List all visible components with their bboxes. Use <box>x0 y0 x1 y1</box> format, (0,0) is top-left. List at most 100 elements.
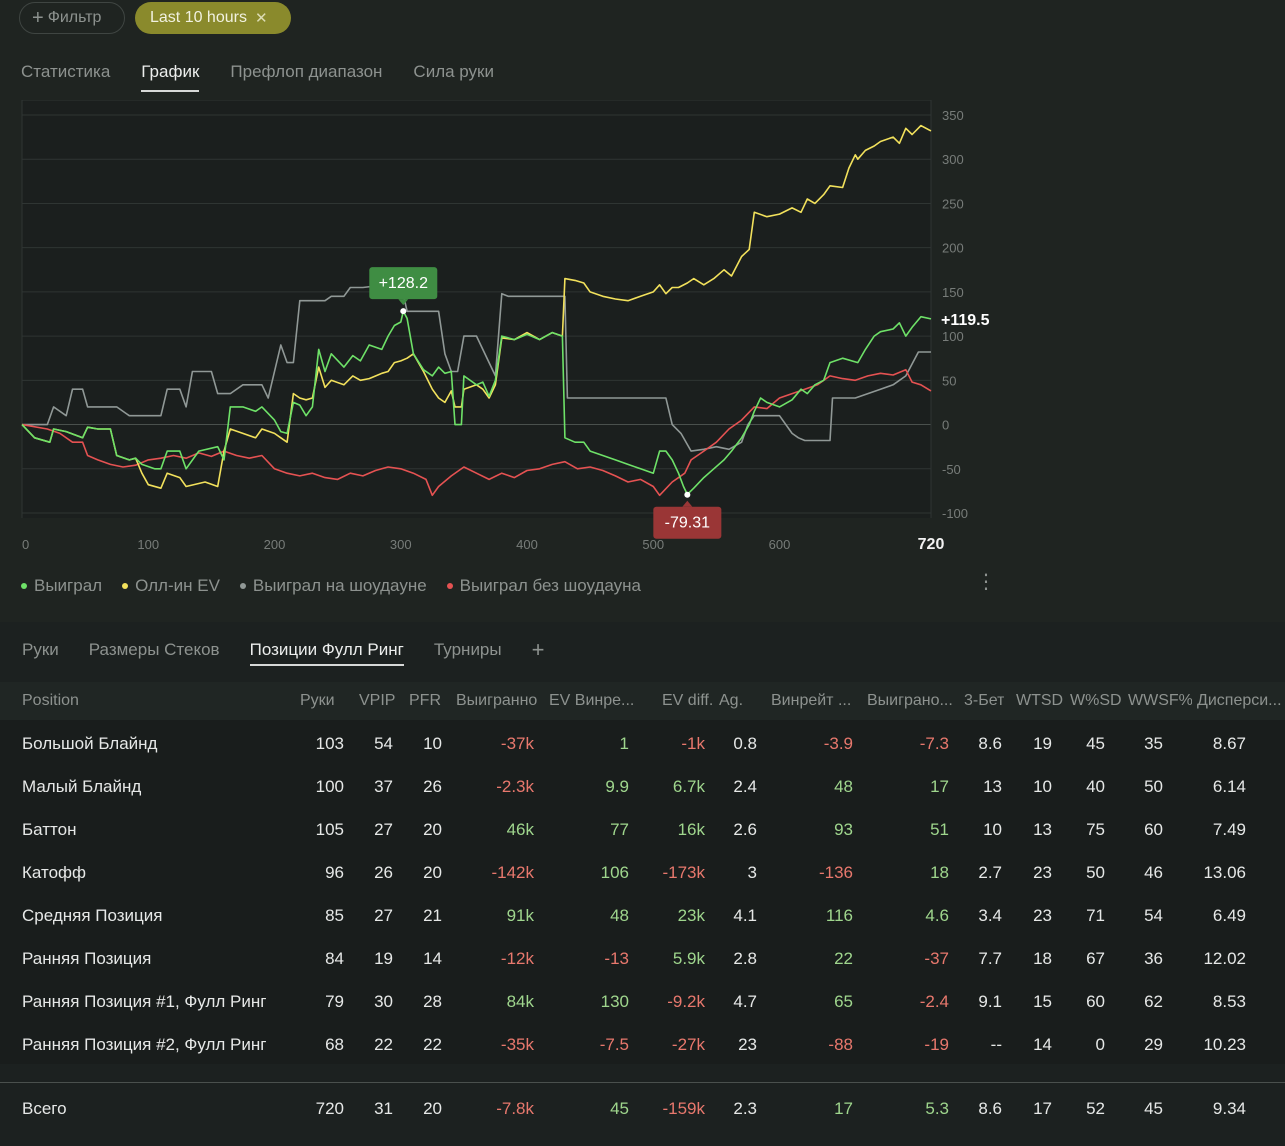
tab-stack-sizes[interactable]: Размеры Стеков <box>89 640 220 666</box>
table-cell: 68 <box>325 1035 344 1054</box>
table-cell: 37 <box>374 777 393 796</box>
column-header[interactable]: Position <box>22 692 79 710</box>
top-tabs: Статистика График Префлоп диапазон Сила … <box>21 62 525 92</box>
close-icon[interactable]: ✕ <box>255 9 268 27</box>
table-body: Большой Блайнд 103 54 10 -37k 1 -1k 0.8 -3.9 -7.3… <box>0 720 1285 1064</box>
table-row[interactable]: Ранняя Позиция #2, Фулл Ринг 68 22 22 -35k -7… <box>0 1021 1285 1064</box>
column-header[interactable]: 3-Бет <box>964 692 1004 710</box>
table-cell: 3.4 <box>978 906 1002 925</box>
table-cell: 10 <box>423 734 442 753</box>
column-header[interactable]: EV Винре... <box>549 692 634 710</box>
legend-item-allin-ev[interactable]: Олл-ин EV <box>122 576 220 596</box>
table-cell: 22 <box>423 1035 442 1054</box>
tab-hand-strength[interactable]: Сила руки <box>413 62 494 92</box>
legend-item-won[interactable]: Выиграл <box>21 576 102 596</box>
time-filter-chip[interactable]: Last 10 hours ✕ <box>135 2 291 34</box>
table-cell: 1 <box>619 734 629 753</box>
table-cell: 30 <box>374 992 393 1011</box>
column-header[interactable]: Руки <box>300 692 335 710</box>
add-tab-icon[interactable]: + <box>532 639 545 666</box>
table-cell: 2.8 <box>733 949 757 968</box>
table-cell: 3 <box>747 863 757 882</box>
table-cell: 51 <box>930 820 949 839</box>
position-name: Большой Блайнд <box>22 734 158 753</box>
tab-statistics[interactable]: Статистика <box>21 62 110 92</box>
column-header[interactable]: WTSD <box>1016 692 1063 710</box>
x-tick-label: 600 <box>769 537 791 552</box>
series-end-label: +119.5 <box>941 312 990 329</box>
table-cell: 17 <box>834 1099 853 1118</box>
annotation-label: -79.31 <box>665 515 710 532</box>
table-cell: 85 <box>325 906 344 925</box>
table-cell: 13 <box>983 777 1002 796</box>
table-cell: 10 <box>983 820 1002 839</box>
y-tick-label: 350 <box>942 108 964 123</box>
table-cell: 116 <box>825 906 853 925</box>
tab-preflop-range[interactable]: Префлоп диапазон <box>230 62 382 92</box>
table-cell: 93 <box>834 820 853 839</box>
table-cell: 45 <box>610 1099 629 1118</box>
table-cell: 67 <box>1086 949 1105 968</box>
table-cell: 46k <box>506 820 534 839</box>
table-row[interactable]: Малый Блайнд 100 37 26 -2.3k 9.9 6.7k 2.4 48 17 13… <box>0 763 1285 806</box>
add-filter-button[interactable]: + Фильтр <box>19 2 125 34</box>
column-header[interactable]: W%SD <box>1070 692 1122 710</box>
table-row[interactable]: Ранняя Позиция #1, Фулл Ринг 79 30 28 84k 130… <box>0 978 1285 1021</box>
legend-item-won-no-showdown[interactable]: Выиграл без шоудауна <box>446 576 641 596</box>
table-cell: 10.23 <box>1203 1035 1246 1054</box>
table-cell: 9.34 <box>1212 1099 1246 1118</box>
table-cell: -2.4 <box>919 992 949 1011</box>
table-cell: 26 <box>423 777 442 796</box>
table-row[interactable]: Баттон 105 27 20 46k 77 16k 2.6 93 51 10 13 75 60 7.49 <box>0 806 1285 849</box>
chart-area: -100 -50 0 50 100 150 200 250 300 350 0 100 200 300 40… <box>0 99 1004 620</box>
winnings-chart[interactable]: -100 -50 0 50 100 150 200 250 300 350 0 100 200 300 40… <box>0 99 1004 620</box>
tab-positions-full-ring[interactable]: Позиции Фулл Ринг <box>249 640 405 666</box>
table-cell: 62 <box>1144 992 1163 1011</box>
plus-icon: + <box>32 7 44 29</box>
column-header[interactable]: Ag. <box>719 692 743 710</box>
table-row[interactable]: Средняя Позиция 85 27 21 91k 48 23k 4.1 116 4.6 3.… <box>0 892 1285 935</box>
table-cell: -27k <box>671 1035 705 1054</box>
column-header[interactable]: EV diff. <box>662 692 713 710</box>
table-cell: -35k <box>500 1035 534 1054</box>
column-header[interactable]: Дисперси... <box>1197 692 1282 710</box>
filter-bar: + Фильтр Last 10 hours ✕ <box>0 0 1285 40</box>
column-header[interactable]: Выиграно... <box>867 692 953 710</box>
column-header[interactable]: VPIP <box>359 692 395 710</box>
tab-tournaments[interactable]: Турниры <box>434 640 502 666</box>
table-cell: 720 <box>315 1099 344 1118</box>
x-tick-label: 500 <box>642 537 664 552</box>
table-cell: 65 <box>834 992 853 1011</box>
column-header[interactable]: WWSF% <box>1128 692 1192 710</box>
table-cell: -88 <box>828 1035 853 1054</box>
table-row[interactable]: Катофф 96 26 20 -142k 106 -173k 3 -136 18 2.7 23 50 4… <box>0 849 1285 892</box>
tab-hands[interactable]: Руки <box>22 640 59 666</box>
legend-item-won-showdown[interactable]: Выиграл на шоудауне <box>239 576 427 596</box>
more-options-icon[interactable]: ⋮ <box>976 572 996 592</box>
table-cell: 60 <box>1144 820 1163 839</box>
table-cell: -13 <box>604 949 629 968</box>
table-header: Position Руки VPIP PFR Выигранно EV Винре... E… <box>0 682 1285 720</box>
annotation-point <box>684 491 691 498</box>
table-cell: 75 <box>1086 820 1105 839</box>
column-header[interactable]: Выигранно <box>456 692 537 710</box>
table-row[interactable]: Большой Блайнд 103 54 10 -37k 1 -1k 0.8 -3.9 -7.3… <box>0 720 1285 763</box>
tab-graph[interactable]: График <box>141 62 200 92</box>
table-cell: 54 <box>374 734 393 753</box>
legend-label: Выиграл <box>34 576 103 595</box>
table-cell: 2.6 <box>733 820 757 839</box>
table-row[interactable]: Ранняя Позиция 84 19 14 -12k -13 5.9k 2.8 22 -37 7… <box>0 935 1285 978</box>
table-cell: -12k <box>500 949 534 968</box>
table-cell: 60 <box>1086 992 1105 1011</box>
table-total-row: Всего 720 31 20 -7.8k 45 -159k 2.3 17 5.3 8.6 17 52 4… <box>0 1082 1285 1143</box>
table-cell: 96 <box>325 863 344 882</box>
y-tick-label: 50 <box>942 373 956 388</box>
table-cell: 14 <box>423 949 442 968</box>
table-cell: -3.9 <box>823 734 853 753</box>
table-cell: 7.49 <box>1212 820 1246 839</box>
y-tick-label: 100 <box>942 329 964 344</box>
table-cell: 17 <box>1033 1099 1052 1118</box>
column-header[interactable]: PFR <box>409 692 441 710</box>
column-header[interactable]: Винрейт ... <box>771 692 851 710</box>
table-cell: 50 <box>1086 863 1105 882</box>
